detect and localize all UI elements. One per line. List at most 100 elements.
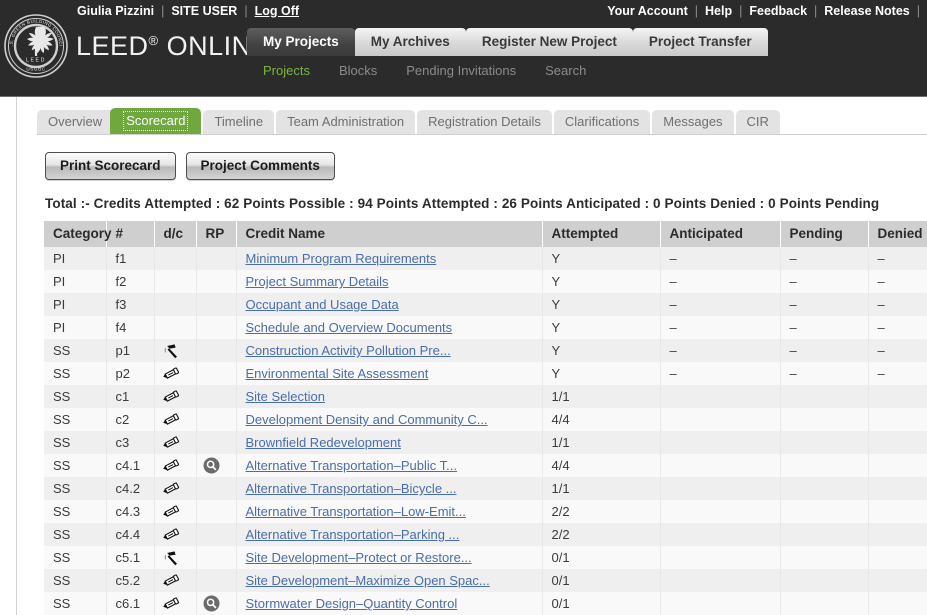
subnav-search[interactable]: Search <box>545 63 586 78</box>
credit-name-link[interactable]: Site Development–Maximize Open Spac... <box>246 573 490 588</box>
cell-dc <box>154 270 197 293</box>
col-anticipated[interactable]: Anticipated <box>660 221 781 247</box>
pencil-icon[interactable] <box>161 527 183 543</box>
table-row: PI f2 Project Summary Details Y – – – <box>44 270 927 293</box>
pencil-icon[interactable] <box>161 412 183 428</box>
tab-clarifications[interactable]: Clarifications <box>553 110 651 134</box>
cell-rp[interactable] <box>196 592 237 615</box>
hammer-icon[interactable] <box>161 550 183 566</box>
hammer-icon[interactable] <box>161 343 183 359</box>
pencil-icon[interactable] <box>161 366 183 382</box>
tab-timeline[interactable]: Timeline <box>203 110 275 134</box>
col-rp[interactable]: RP <box>196 221 237 247</box>
site-header: Giulia Pizzini | SITE USER | Log Off You… <box>0 0 927 96</box>
subnav-projects[interactable]: Projects <box>263 63 310 78</box>
pencil-icon[interactable] <box>161 481 183 497</box>
cell-dc[interactable] <box>154 477 197 501</box>
cell-credit-name: Site Development–Maximize Open Spac... <box>236 569 543 593</box>
cell-rp[interactable] <box>196 454 237 478</box>
credit-name-link[interactable]: Project Summary Details <box>246 274 389 289</box>
magnifier-icon[interactable] <box>203 457 220 474</box>
help-link[interactable]: Help <box>705 4 732 18</box>
your-account-link[interactable]: Your Account <box>607 4 688 18</box>
cell-number: c4.3 <box>106 500 155 524</box>
credit-name-link[interactable]: Alternative Transportation–Parking ... <box>246 527 460 542</box>
credit-name-link[interactable]: Minimum Program Requirements <box>246 251 437 266</box>
print-scorecard-button[interactable]: Print Scorecard <box>45 152 176 180</box>
tab-register-new-project[interactable]: Register New Project <box>465 28 633 56</box>
table-header-row: Category # d/c RP Credit Name Attempted … <box>44 221 927 247</box>
tab-overview[interactable]: Overview <box>37 110 119 134</box>
tab-team-administration[interactable]: Team Administration <box>276 110 416 134</box>
cell-denied <box>868 454 927 478</box>
cell-dc[interactable] <box>154 454 197 478</box>
credit-name-link[interactable]: Site Selection <box>246 389 326 404</box>
credit-name-link[interactable]: Site Development–Protect or Restore... <box>246 550 472 565</box>
cell-attempted: 1/1 <box>542 385 661 408</box>
pencil-icon[interactable] <box>161 435 183 451</box>
credits-attempted-value: 62 <box>224 196 240 211</box>
col-denied[interactable]: Denied <box>868 221 927 247</box>
credit-name-link[interactable]: Development Density and Community C... <box>246 412 488 427</box>
cell-dc[interactable] <box>154 500 197 524</box>
cell-dc[interactable] <box>154 385 197 408</box>
tab-scorecard[interactable]: Scorecard <box>110 108 202 134</box>
feedback-link[interactable]: Feedback <box>749 4 807 18</box>
cell-denied <box>868 569 927 593</box>
col-pending[interactable]: Pending <box>780 221 869 247</box>
tab-project-transfer[interactable]: Project Transfer <box>632 28 768 56</box>
cell-dc[interactable] <box>154 523 197 547</box>
cell-attempted: 0/1 <box>542 592 661 615</box>
cell-attempted: Y <box>542 339 661 362</box>
cell-category: SS <box>44 500 107 524</box>
tab-registration-details[interactable]: Registration Details <box>417 110 552 134</box>
tab-my-projects[interactable]: My Projects <box>247 28 355 56</box>
separator: | <box>916 3 920 18</box>
cell-dc[interactable] <box>154 362 197 385</box>
col-attempted[interactable]: Attempted <box>542 221 661 247</box>
cell-dc[interactable] <box>154 569 197 593</box>
credit-name-link[interactable]: Construction Activity Pollution Pre... <box>246 343 451 358</box>
credit-name-link[interactable]: Alternative Transportation–Low-Emit... <box>246 504 466 519</box>
credit-name-link[interactable]: Alternative Transportation–Public T... <box>246 458 458 473</box>
cell-number: f3 <box>106 293 155 316</box>
magnifier-icon[interactable] <box>203 595 220 612</box>
credit-name-link[interactable]: Stormwater Design–Quantity Control <box>246 596 458 611</box>
col-number[interactable]: # <box>106 221 155 247</box>
credit-name-link[interactable]: Schedule and Overview Documents <box>246 320 453 335</box>
subnav-pending-invitations[interactable]: Pending Invitations <box>406 63 516 78</box>
cell-anticipated: – <box>660 339 781 362</box>
pencil-icon[interactable] <box>161 458 183 474</box>
tab-my-archives[interactable]: My Archives <box>354 28 466 56</box>
cell-credit-name: Alternative Transportation–Bicycle ... <box>236 477 543 501</box>
cell-dc[interactable] <box>154 339 197 362</box>
credit-name-link[interactable]: Occupant and Usage Data <box>246 297 399 312</box>
release-notes-link[interactable]: Release Notes <box>824 4 909 18</box>
pencil-icon[interactable] <box>161 596 183 612</box>
cell-anticipated <box>660 431 781 454</box>
col-credit-name[interactable]: Credit Name <box>236 221 543 247</box>
col-dc[interactable]: d/c <box>154 221 197 247</box>
cell-number: c6.1 <box>106 592 155 615</box>
col-category[interactable]: Category <box>44 221 112 247</box>
subnav-blocks[interactable]: Blocks <box>339 63 377 78</box>
cell-dc[interactable] <box>154 592 197 615</box>
cell-denied <box>868 408 927 431</box>
pencil-icon[interactable] <box>161 389 183 405</box>
credit-name-link[interactable]: Alternative Transportation–Bicycle ... <box>246 481 457 496</box>
credit-name-link[interactable]: Environmental Site Assessment <box>246 366 429 381</box>
cell-dc[interactable] <box>154 546 197 570</box>
cell-dc[interactable] <box>154 408 197 431</box>
credit-name-link[interactable]: Brownfield Redevelopment <box>246 435 401 450</box>
cell-attempted: Y <box>542 316 661 339</box>
cell-number: f1 <box>106 247 155 270</box>
tab-cir[interactable]: CIR <box>735 110 780 134</box>
table-row: SS c4.2 Alternative Transportation–Bicycle… <box>44 477 927 501</box>
project-comments-button[interactable]: Project Comments <box>185 152 335 180</box>
cell-dc[interactable] <box>154 431 197 454</box>
tab-messages[interactable]: Messages <box>652 110 734 134</box>
pencil-icon[interactable] <box>161 504 183 520</box>
cell-number: p2 <box>106 362 155 385</box>
pencil-icon[interactable] <box>161 573 183 589</box>
brand-logo[interactable]: LEED USGBC U.S. GREEN BUILDING COUNCIL L… <box>4 14 281 78</box>
